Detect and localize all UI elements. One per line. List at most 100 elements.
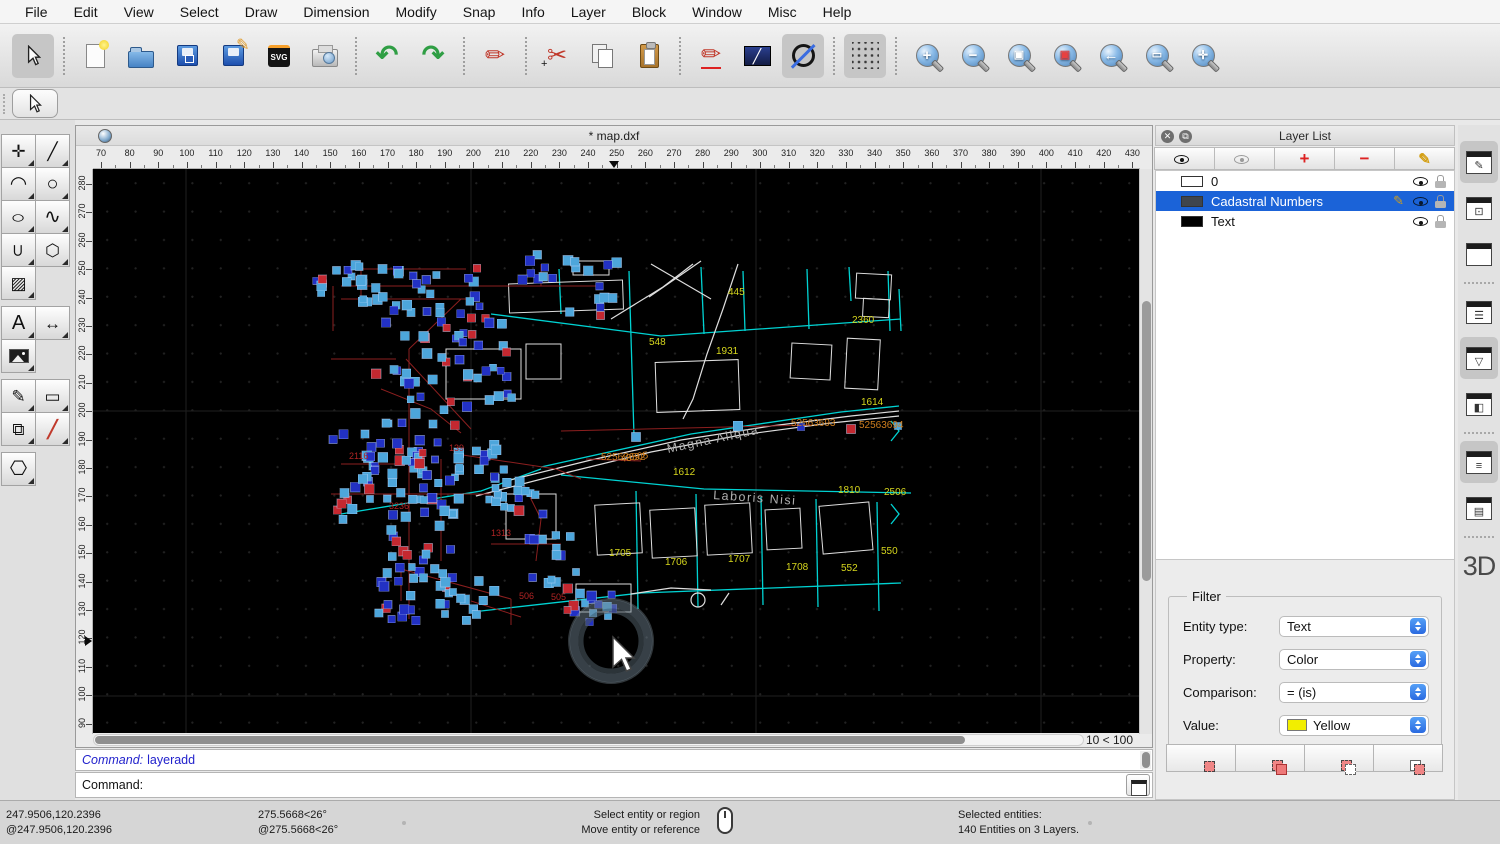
- spline-tool[interactable]: ∿: [35, 200, 70, 234]
- layer-row-0[interactable]: 0: [1156, 171, 1454, 191]
- filter-select[interactable]: Yellow: [1279, 714, 1429, 736]
- layer-row-text[interactable]: Text: [1156, 211, 1454, 231]
- layer-lock-icon[interactable]: [1435, 194, 1446, 208]
- command-options-button[interactable]: [1126, 774, 1150, 796]
- new-file-button[interactable]: [74, 34, 116, 78]
- layer-list-float-button[interactable]: ⧉: [1179, 130, 1192, 143]
- layer-lock-icon[interactable]: [1435, 214, 1446, 228]
- add-layer-button[interactable]: +: [1274, 147, 1335, 170]
- layer-visibility-icon[interactable]: [1412, 174, 1429, 188]
- copy-button[interactable]: [582, 34, 624, 78]
- polyline-tool[interactable]: ⊃: [1, 233, 36, 267]
- pen-button[interactable]: ✏: [690, 34, 732, 78]
- select-matching-button[interactable]: [1166, 744, 1236, 772]
- command-history-scrollbar[interactable]: [1140, 751, 1151, 769]
- vertical-scrollbar-thumb[interactable]: [1142, 301, 1151, 581]
- filter-select[interactable]: Text: [1279, 615, 1429, 637]
- dock-blank-window-button[interactable]: [1460, 233, 1498, 275]
- zoom-pan-button[interactable]: ✛: [1182, 34, 1224, 78]
- dock-clipboard-window-button[interactable]: ▤: [1460, 487, 1498, 529]
- menu-select[interactable]: Select: [167, 4, 232, 20]
- remove-layer-button[interactable]: −: [1334, 147, 1395, 170]
- menu-info[interactable]: Info: [508, 4, 557, 20]
- save-as-button[interactable]: [212, 34, 254, 78]
- edit-entities-tools[interactable]: ⧉: [1, 412, 36, 446]
- dock-block-window-button[interactable]: ◧: [1460, 383, 1498, 425]
- horizontal-scrollbar-thumb[interactable]: [95, 736, 965, 744]
- ellipse-tool[interactable]: ○: [1, 200, 36, 234]
- measure-tools[interactable]: ▭: [35, 379, 70, 413]
- remove-from-selection-button[interactable]: [1304, 744, 1374, 775]
- dock-pen-window-button[interactable]: ✎: [1460, 141, 1498, 183]
- filter-select[interactable]: Color: [1279, 648, 1429, 670]
- menu-draw[interactable]: Draw: [232, 4, 291, 20]
- dock-list-window-button[interactable]: ☰: [1460, 291, 1498, 333]
- cut-button[interactable]: ✂: [536, 34, 578, 78]
- zoom-auto-button[interactable]: ▣: [998, 34, 1040, 78]
- select-tool-button[interactable]: [12, 89, 58, 118]
- add-to-selection-button[interactable]: [1235, 744, 1305, 775]
- drawing-canvas[interactable]: 445 2360 548 1931 1614 1612 1810 2506 1705 1706 17…: [93, 169, 1140, 734]
- open-file-button[interactable]: [120, 34, 162, 78]
- text-tool[interactable]: A: [1, 306, 36, 340]
- menu-layer[interactable]: Layer: [558, 4, 619, 20]
- dock-command-window-button[interactable]: ≡: [1460, 441, 1498, 483]
- points-tool[interactable]: ✛: [1, 134, 36, 168]
- print-preview-button[interactable]: [304, 34, 346, 78]
- menu-file[interactable]: File: [12, 4, 61, 20]
- dock-shapes-window-button[interactable]: ⊡: [1460, 187, 1498, 229]
- menu-window[interactable]: Window: [679, 4, 755, 20]
- stepper-icon[interactable]: [1410, 717, 1426, 733]
- grid-toggle-button[interactable]: [844, 33, 886, 78]
- stepper-icon[interactable]: [1410, 684, 1426, 700]
- stepper-icon[interactable]: [1410, 618, 1426, 634]
- layer-visibility-icon[interactable]: [1412, 194, 1429, 208]
- dock-3d-label[interactable]: 3D: [1463, 551, 1497, 582]
- solid-3d-tool[interactable]: ⎔: [1, 452, 36, 486]
- dock-filter-window-button[interactable]: ▽: [1460, 337, 1498, 379]
- menu-view[interactable]: View: [111, 4, 167, 20]
- hatch-tool[interactable]: ▨: [1, 266, 36, 300]
- zoom-out-button[interactable]: −: [952, 34, 994, 78]
- image-tool[interactable]: [1, 339, 36, 373]
- show-all-layers-button[interactable]: [1154, 147, 1215, 170]
- layer-lock-icon[interactable]: [1435, 174, 1446, 188]
- vertical-scrollbar[interactable]: [1139, 169, 1152, 734]
- circle-tool[interactable]: ○: [35, 167, 70, 201]
- command-input[interactable]: [148, 777, 1126, 793]
- select-arrow-button[interactable]: [12, 33, 54, 78]
- menu-edit[interactable]: Edit: [61, 4, 111, 20]
- menu-block[interactable]: Block: [619, 4, 679, 20]
- layer-edit-icon[interactable]: ✎: [1393, 193, 1404, 209]
- menu-misc[interactable]: Misc: [755, 4, 810, 20]
- filter-select[interactable]: = (is): [1279, 681, 1429, 703]
- export-svg-button[interactable]: SVG: [258, 34, 300, 78]
- dimension-tool[interactable]: ↔: [35, 306, 70, 340]
- edit-layer-button[interactable]: ✎: [1394, 147, 1455, 170]
- menu-dimension[interactable]: Dimension: [290, 4, 382, 20]
- zoom-in-button[interactable]: +: [906, 34, 948, 78]
- save-button[interactable]: [166, 34, 208, 78]
- paste-button[interactable]: [628, 34, 670, 78]
- layer-row-cadastral-numbers[interactable]: Cadastral Numbers ✎: [1156, 191, 1454, 211]
- zoom-previous-button[interactable]: ←: [1090, 34, 1132, 78]
- redo-button[interactable]: ↷: [412, 34, 454, 78]
- trim-tools[interactable]: ╱: [35, 412, 70, 446]
- menu-help[interactable]: Help: [810, 4, 865, 20]
- menu-modify[interactable]: Modify: [383, 4, 450, 20]
- hide-all-layers-button[interactable]: [1214, 147, 1275, 170]
- modify-tools[interactable]: ✎: [1, 379, 36, 413]
- layer-visibility-icon[interactable]: [1412, 214, 1429, 228]
- draft-mode-button[interactable]: [782, 33, 824, 78]
- stepper-icon[interactable]: [1410, 651, 1426, 667]
- zoom-selection-button[interactable]: ▣: [1044, 34, 1086, 78]
- intersect-selection-button[interactable]: [1373, 744, 1443, 775]
- line-tool[interactable]: ╱: [35, 134, 70, 168]
- menu-snap[interactable]: Snap: [450, 4, 509, 20]
- horizontal-scrollbar[interactable]: 10 < 100: [93, 733, 1139, 747]
- undo-button[interactable]: ↶: [366, 34, 408, 78]
- arc-tool[interactable]: ◠: [1, 167, 36, 201]
- polygon-tool[interactable]: ⬡: [35, 233, 70, 267]
- line-attributes-button[interactable]: ╱: [736, 34, 778, 78]
- kill-actions-button[interactable]: ✏: [474, 34, 516, 78]
